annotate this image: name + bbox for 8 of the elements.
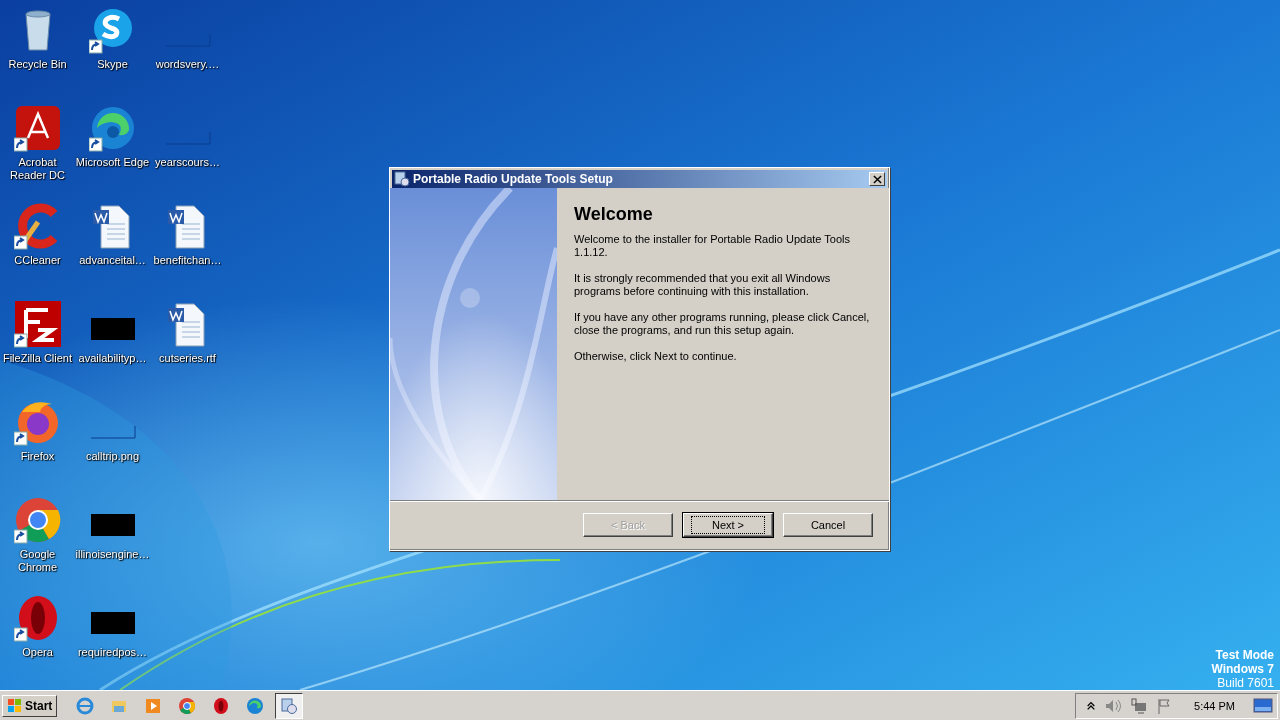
chevron-up-icon[interactable]: [1086, 699, 1097, 712]
clock[interactable]: 5:44 PM: [1194, 699, 1235, 712]
show-desktop-icon[interactable]: [1253, 696, 1273, 715]
taskbar-app-icon[interactable]: [275, 692, 304, 719]
flag-icon[interactable]: [1156, 697, 1173, 714]
network-icon[interactable]: [1130, 697, 1149, 714]
windows-logo-icon: [7, 697, 23, 714]
start-button[interactable]: Start: [2, 694, 58, 717]
